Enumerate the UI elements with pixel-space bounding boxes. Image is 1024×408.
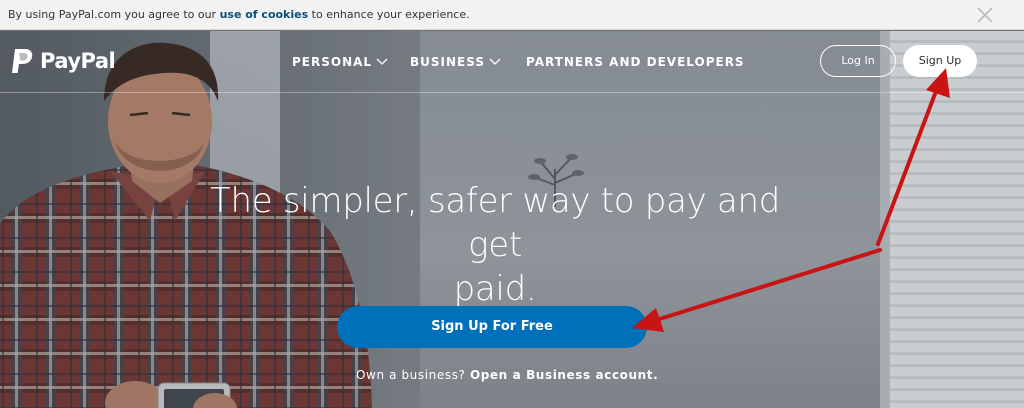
business-prompt-text: Own a business? <box>356 368 470 382</box>
nav-business[interactable]: BUSINESS <box>410 55 501 69</box>
paypal-logo[interactable]: PayPal <box>10 47 116 75</box>
nav-partners-label: PARTNERS AND DEVELOPERS <box>526 55 745 69</box>
close-icon[interactable] <box>976 6 994 24</box>
cookie-text-after: to enhance your experience. <box>308 8 470 21</box>
nav-personal-label: PERSONAL <box>292 55 373 69</box>
cookie-banner: By using PayPal.com you agree to our use… <box>0 0 1024 30</box>
logo-wordmark: PayPal <box>40 49 116 73</box>
chevron-down-icon <box>376 58 388 65</box>
chevron-down-icon <box>489 58 501 65</box>
signup-button[interactable]: Sign Up <box>903 45 977 77</box>
open-business-account-link[interactable]: Open a Business account. <box>470 368 658 382</box>
login-button[interactable]: Log In <box>820 45 896 77</box>
nav-business-label: BUSINESS <box>410 55 485 69</box>
hero-headline-line-2: paid. <box>453 269 537 309</box>
header-divider <box>0 92 1024 93</box>
nav-personal[interactable]: PERSONAL <box>292 55 388 69</box>
business-account-prompt: Own a business? Open a Business account. <box>356 368 658 382</box>
cookie-message: By using PayPal.com you agree to our use… <box>8 8 470 21</box>
cookie-text-before: By using PayPal.com you agree to our <box>8 8 220 21</box>
paypal-logo-icon <box>12 49 33 73</box>
hero-headline-line-1: The simpler, safer way to pay and get <box>209 181 780 265</box>
signup-for-free-button[interactable]: Sign Up For Free <box>337 306 647 348</box>
nav-partners-and-developers[interactable]: PARTNERS AND DEVELOPERS <box>526 55 745 69</box>
cookie-policy-link[interactable]: use of cookies <box>220 8 309 21</box>
hero-headline: The simpler, safer way to pay and get pa… <box>190 179 800 311</box>
hero-section: PayPal PERSONAL BUSINESS PARTNERS AND DE… <box>0 31 1024 408</box>
